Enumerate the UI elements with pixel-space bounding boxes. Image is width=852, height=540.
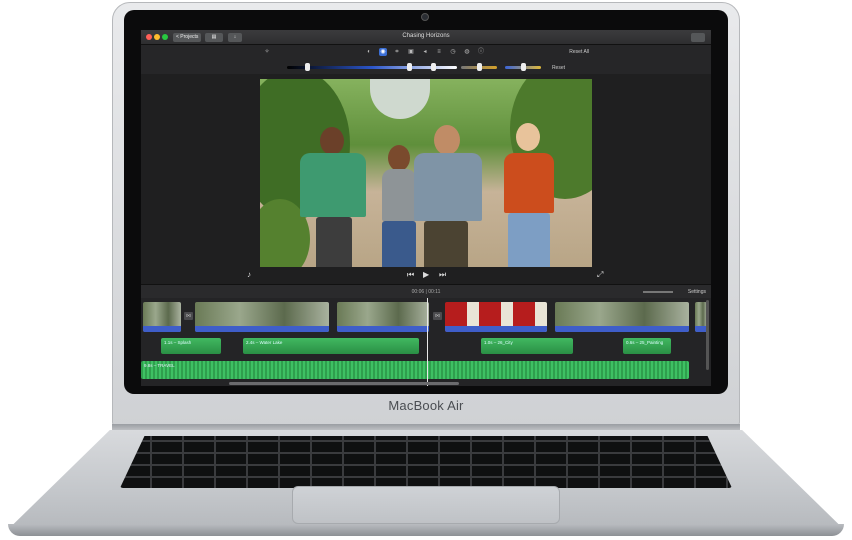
video-clip[interactable]	[337, 302, 429, 332]
equalizer-icon[interactable]: ≡	[435, 48, 443, 56]
stabilization-icon[interactable]: ▣	[407, 48, 415, 56]
fullscreen-icon[interactable]: ⤢	[597, 270, 603, 280]
timeline: ⋈ ⋈ 1.1s – Splash 2.4s – Water Lake 1.0s…	[141, 298, 711, 386]
share-icon[interactable]	[691, 33, 705, 42]
imovie-window: < Projects ▤ ↓ Chasing Horizons ✧ ◐ ◉ ⌗ …	[141, 30, 711, 386]
play-icon[interactable]: ▶	[423, 270, 429, 280]
color-balance-icon[interactable]: ◐	[365, 48, 373, 56]
audio-clip[interactable]: 2.4s – Water Lake	[243, 338, 419, 354]
reset-button[interactable]: Reset	[552, 65, 565, 71]
window-title: Chasing Horizons	[402, 33, 450, 39]
speed-icon[interactable]: ◷	[449, 48, 457, 56]
camera	[421, 13, 429, 21]
trackpad	[292, 486, 560, 524]
noise-reduction-icon[interactable]: ◍	[463, 48, 471, 56]
slider-knob[interactable]	[407, 63, 412, 71]
keyboard	[120, 436, 732, 488]
reset-all-button[interactable]: Reset All	[569, 49, 589, 55]
timeline-header: 00:06 | 00:11 Settings	[141, 284, 711, 298]
skip-back-icon[interactable]: ⏮	[407, 270, 414, 280]
settings-button[interactable]: Settings	[688, 289, 706, 295]
audio-clip[interactable]: 1.1s – Splash	[161, 338, 221, 354]
sky	[370, 79, 430, 119]
video-clip[interactable]	[445, 302, 547, 332]
crop-icon[interactable]: ⌗	[393, 48, 401, 56]
slider-knob[interactable]	[431, 63, 436, 71]
video-clip[interactable]	[555, 302, 689, 332]
transition-icon[interactable]: ⋈	[433, 312, 442, 320]
video-clip[interactable]	[143, 302, 181, 332]
music-track[interactable]: 9.8s – TRAVEL	[141, 361, 689, 379]
vertical-scrollbar[interactable]	[706, 300, 709, 370]
microphone-icon[interactable]: ♪	[247, 270, 251, 280]
slider-knob[interactable]	[521, 63, 526, 71]
slider-knob[interactable]	[477, 63, 482, 71]
playback-controls: ♪ ⏮ ▶ ⏭ ⤢	[141, 267, 711, 284]
video-clip[interactable]	[195, 302, 329, 332]
slider-knob[interactable]	[305, 63, 310, 71]
playhead[interactable]	[427, 298, 428, 386]
audio-clip[interactable]: 0.6s – 25_Painting	[623, 338, 671, 354]
video-frame	[260, 79, 592, 267]
color-correction-bar: Reset	[141, 61, 711, 74]
info-icon[interactable]: ⓘ	[477, 48, 485, 56]
volume-icon[interactable]: ◂	[421, 48, 429, 56]
title-bar: < Projects ▤ ↓ Chasing Horizons	[141, 30, 711, 45]
device-brand: MacBook Air	[388, 398, 464, 413]
adjustments-toolbar: ✧ ◐ ◉ ⌗ ▣ ◂ ≡ ◷ ◍ ⓘ Reset All	[141, 45, 711, 61]
magic-wand-icon[interactable]: ✧	[263, 48, 271, 56]
horizontal-scrollbar[interactable]	[229, 382, 459, 385]
timecode: 00:06 | 00:11	[411, 289, 441, 295]
audio-clip[interactable]: 1.0s – 26_City	[481, 338, 573, 354]
transition-icon[interactable]: ⋈	[184, 312, 193, 320]
laptop-base-edge	[8, 524, 844, 536]
zoom-slider[interactable]	[643, 291, 673, 293]
color-correction-icon[interactable]: ◉	[379, 48, 387, 56]
skip-forward-icon[interactable]: ⏭	[439, 270, 446, 280]
